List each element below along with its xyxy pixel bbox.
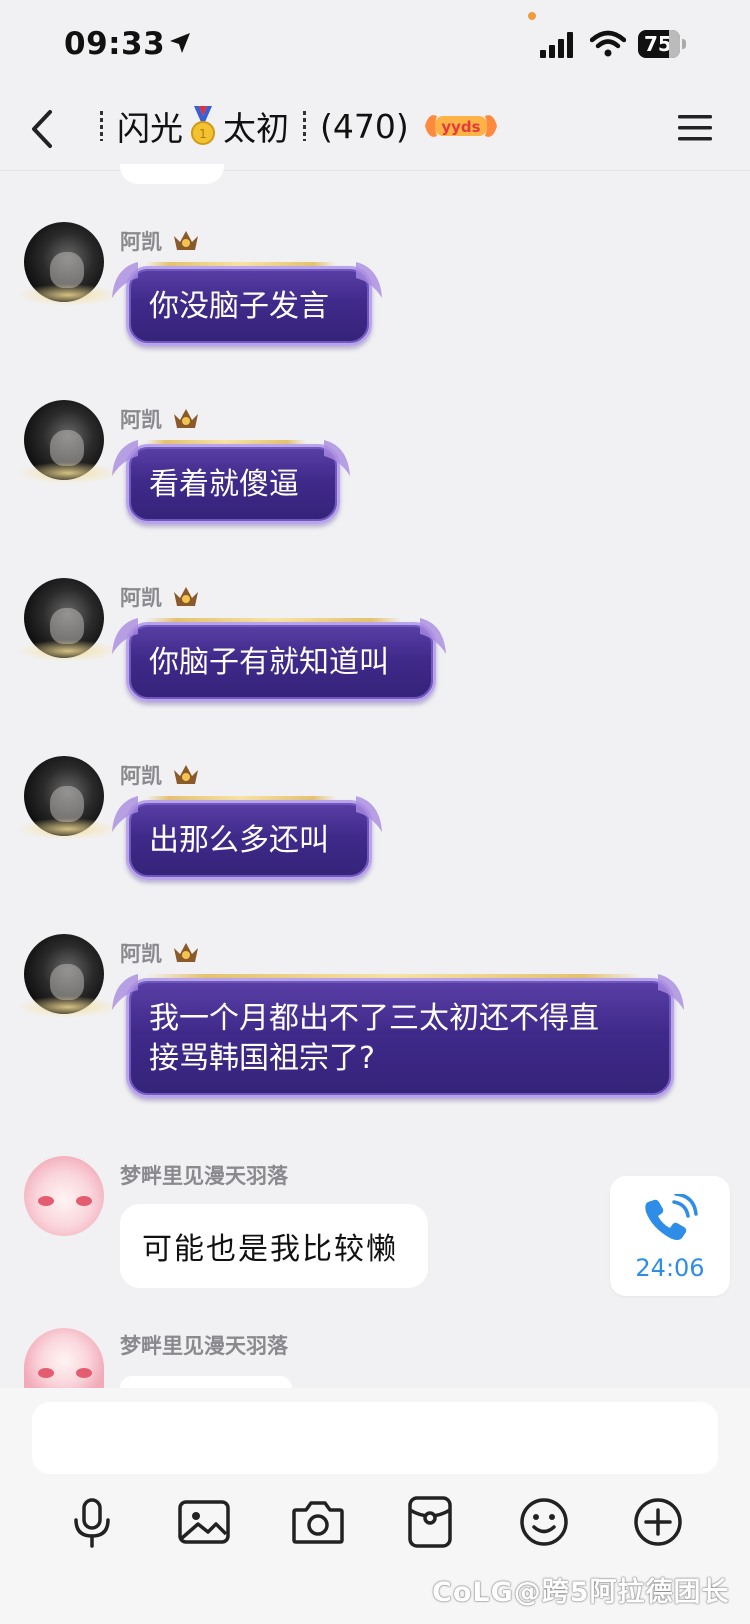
voice-call-card[interactable]: 24:06 (610, 1176, 730, 1296)
phone-call-icon (645, 1194, 698, 1240)
group-title[interactable]: 闪光 1 太初 (470) yyds (92, 102, 499, 150)
watermark: CoLG@跨5阿拉德团长 (432, 1577, 730, 1608)
group-name-prefix: 闪光 (117, 109, 183, 148)
yyds-badge-text: yyds (441, 118, 480, 136)
sender-name: 阿凯 (120, 226, 200, 256)
message-text-line: 我一个月都出不了三太初还不得直 (149, 1001, 599, 1036)
rank-crown-icon (174, 943, 198, 962)
bubble-wing-left (112, 440, 138, 476)
battery-level: 75 (644, 32, 672, 56)
status-bar: 09:33 75 (0, 0, 750, 88)
sender-name: 梦畔里见漫天羽落 (120, 1164, 288, 1188)
message-bubble[interactable]: 可能也是我比较懒 (120, 1204, 428, 1288)
message-text: 你脑子有就知道叫 (149, 645, 389, 680)
message-bubble[interactable]: 出那么多还叫 (126, 800, 372, 880)
rank-crown-icon (174, 231, 198, 250)
composer-toolbar (0, 1494, 750, 1566)
mic-icon[interactable] (64, 1494, 120, 1550)
message-text: 可能也是我比较懒 (142, 1232, 398, 1267)
menu-icon[interactable] (676, 110, 714, 146)
avatar-frame-glow (16, 462, 120, 484)
battery-icon: 75 (638, 30, 686, 58)
message-bubble[interactable]: 你没脑子发言 (126, 266, 372, 346)
bubble-wing-left (112, 618, 138, 654)
bubble-wing-left (112, 262, 138, 298)
avatar-frame-glow (16, 640, 120, 662)
message-bubble[interactable]: 我一个月都出不了三太初还不得直 接骂韩国祖宗了? (126, 978, 674, 1098)
avatar-frame-glow (16, 996, 120, 1018)
bubble-wing-left (112, 974, 138, 1010)
avatar[interactable] (24, 1328, 104, 1388)
camera-icon[interactable] (290, 1494, 346, 1550)
bubble-wing-right (356, 262, 382, 298)
sender-name: 阿凯 (120, 404, 200, 434)
message-text: 看着就傻逼 (149, 467, 299, 502)
message-bubble[interactable]: 你脑子有就知道叫 (126, 622, 436, 702)
emoji-icon[interactable] (516, 1494, 572, 1550)
chat-header: 闪光 1 太初 (470) yyds (0, 88, 750, 171)
sender-name: 阿凯 (120, 938, 200, 968)
message-text-line: 接骂韩国祖宗了? (149, 1041, 375, 1076)
avatar[interactable] (24, 1156, 104, 1236)
wifi-icon (590, 30, 626, 57)
cellular-signal-icon (540, 32, 573, 58)
message-text: 出那么多还叫 (149, 823, 329, 858)
group-name-mid: 太初 (223, 109, 289, 148)
member-count: (470) (320, 106, 409, 146)
message-bubble[interactable]: 看着就傻逼 (126, 444, 340, 524)
bubble-wing-right (356, 796, 382, 832)
privacy-indicator-dot (528, 12, 536, 20)
location-arrow-icon (170, 33, 190, 53)
bubble-wing-right (420, 618, 446, 654)
rank-crown-icon (174, 587, 198, 606)
avatar-frame-glow (16, 284, 120, 306)
back-chevron-icon[interactable] (24, 106, 64, 152)
bubble-wing-right (324, 440, 350, 476)
bubble-wing-left (112, 796, 138, 832)
yyds-badge: yyds (424, 115, 497, 137)
message-text: 你没脑子发言 (149, 289, 329, 324)
sender-name: 梦畔里见漫天羽落 (120, 1334, 288, 1358)
message-input[interactable] (32, 1402, 718, 1474)
gold-medal-icon: 1 (191, 106, 215, 145)
previous-message-bubble (120, 164, 224, 184)
title-divider-right (303, 111, 306, 141)
red-packet-icon[interactable] (402, 1494, 458, 1550)
sender-name: 阿凯 (120, 582, 200, 612)
title-divider-left (100, 111, 103, 141)
rank-crown-icon (174, 765, 198, 784)
avatar-frame-glow (16, 818, 120, 840)
image-icon[interactable] (176, 1494, 232, 1550)
message-bubble[interactable] (120, 1376, 292, 1388)
status-time: 09:33 (64, 26, 166, 62)
plus-icon[interactable] (630, 1494, 686, 1550)
sender-name: 阿凯 (120, 760, 200, 790)
bubble-wing-right (658, 974, 684, 1010)
call-duration: 24:06 (635, 1254, 705, 1282)
svg-text:1: 1 (199, 127, 207, 141)
rank-crown-icon (174, 409, 198, 428)
